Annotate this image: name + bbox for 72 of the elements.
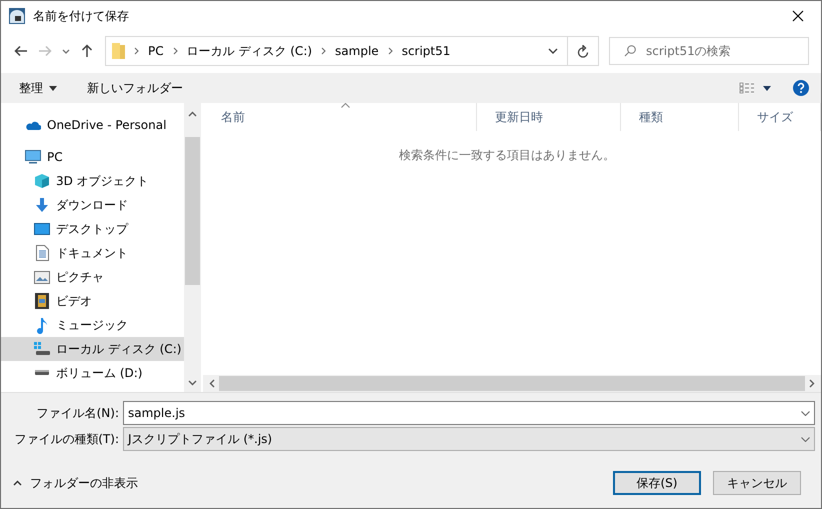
left-arrow-icon [14, 45, 28, 57]
vertical-scrollbar[interactable] [184, 103, 201, 392]
sidebar-item[interactable]: ボリューム (D:) [1, 361, 184, 385]
horizontal-scrollbar[interactable] [203, 375, 821, 392]
close-icon [792, 10, 804, 22]
music-note-icon [36, 316, 48, 334]
hide-folders-button[interactable]: フォルダーの非表示 [13, 474, 138, 492]
window-title: 名前を付けて保存 [33, 8, 130, 24]
up-arrow-icon [81, 44, 93, 58]
new-folder-button[interactable]: 新しいフォルダー [87, 80, 183, 96]
search-field[interactable]: script51の検索 [609, 37, 809, 65]
sidebar-item[interactable]: PC [1, 145, 184, 169]
drive-icon [34, 342, 50, 356]
breadcrumb[interactable]: PC [148, 44, 164, 58]
desktop-icon [34, 222, 50, 236]
drive-icon [34, 369, 50, 377]
caret-icon [763, 86, 771, 90]
film-icon [35, 293, 49, 309]
field-label: ファイル名(N): [36, 404, 120, 422]
column-header[interactable]: 更新日時 [477, 103, 621, 131]
search-icon [624, 45, 636, 57]
column-header[interactable]: 種類 [621, 103, 739, 131]
chevron-icon [388, 47, 393, 55]
chevron-down-icon [801, 436, 810, 442]
document-icon [36, 245, 48, 261]
sidebar-item[interactable]: ローカル ディスク (C:) [1, 337, 184, 361]
chevron-up-icon [13, 480, 22, 486]
picture-icon [34, 270, 50, 284]
field-label: ファイルの種類(T): [13, 430, 120, 448]
breadcrumb[interactable]: ローカル ディスク (C:) [186, 42, 312, 60]
sidebar-item[interactable]: ビデオ [1, 289, 184, 313]
sidebar-item[interactable]: 3D オブジェクト [1, 169, 184, 193]
column-header[interactable]: サイズ [739, 103, 821, 131]
cancel-button[interactable]: キャンセル [713, 471, 801, 495]
folder-icon [112, 42, 125, 60]
chevron-icon [172, 47, 178, 55]
sidebar-item[interactable]: ドキュメント [1, 241, 184, 265]
chevron-down-icon [801, 410, 810, 416]
caret-icon [49, 86, 57, 90]
cloud-icon [25, 119, 41, 131]
scroll-up-icon[interactable] [188, 111, 198, 117]
details-view-icon [739, 82, 755, 94]
chevron-icon [134, 47, 139, 55]
view-menu-button[interactable] [739, 82, 771, 94]
breadcrumb[interactable]: script51 [402, 44, 450, 58]
scroll-right-icon[interactable] [809, 379, 815, 388]
chevron-icon [321, 47, 326, 55]
app-icon [9, 8, 25, 24]
monitor-icon [25, 150, 41, 164]
scroll-down-icon[interactable] [188, 380, 198, 386]
sidebar-item[interactable]: デスクトップ [1, 217, 184, 241]
sidebar-item[interactable]: OneDrive - Personal [1, 113, 184, 137]
sort-caret-icon [341, 103, 350, 108]
sidebar-item[interactable]: ミュージック [1, 313, 184, 337]
filename-field[interactable]: sample.js [123, 401, 815, 425]
sidebar-item[interactable]: ピクチャ [1, 265, 184, 289]
sidebar-item[interactable]: ダウンロード [1, 193, 184, 217]
file-type-dropdown[interactable]: Jスクリプトファイル (*.js) [123, 427, 815, 451]
scroll-left-icon[interactable] [209, 379, 215, 388]
right-arrow-icon [38, 45, 52, 57]
address-bar[interactable]: PC ローカル ディスク (C:) sample script51 [105, 36, 599, 66]
refresh-icon [577, 44, 589, 58]
save-button[interactable]: 保存(S) [613, 471, 701, 495]
empty-message: 検索条件に一致する項目はありません。 [399, 147, 615, 164]
chevron-down-icon [548, 48, 558, 54]
organize-menu[interactable]: 整理 [19, 80, 57, 96]
chevron-down-icon [62, 48, 70, 54]
breadcrumb[interactable]: sample [335, 44, 379, 58]
down-arrow-icon [34, 197, 50, 213]
column-header[interactable]: 名前 [203, 103, 477, 131]
cube-icon [34, 173, 50, 189]
help-icon[interactable] [793, 80, 809, 96]
